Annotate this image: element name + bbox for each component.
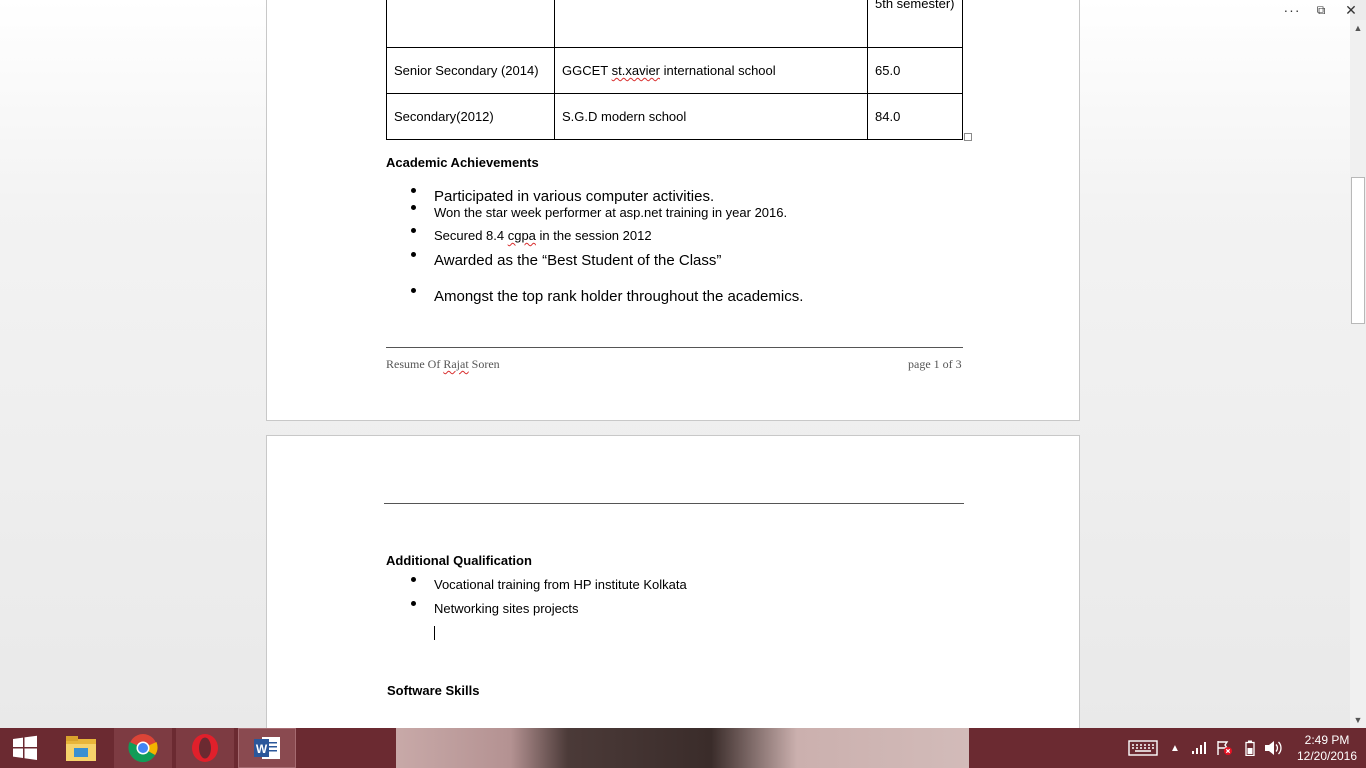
academic-heading: Academic Achievements [386, 155, 539, 170]
opera-button[interactable] [176, 728, 234, 768]
more-options-icon[interactable]: ··· [1282, 0, 1302, 20]
scrollbar-thumb[interactable] [1351, 177, 1365, 324]
additional-heading: Additional Qualification [386, 553, 532, 568]
cell-text: 5th semester) [875, 0, 955, 11]
vertical-scrollbar[interactable]: ▲ ▼ [1350, 20, 1366, 728]
table-cell[interactable]: 5th semester) [867, 0, 963, 48]
spellcheck-word: st.xavier [611, 63, 661, 78]
table-cell[interactable]: S.G.D modern school [554, 93, 868, 140]
restore-icon[interactable]: ⧉ [1310, 0, 1332, 20]
list-item[interactable]: Amongst the top rank holder throughout t… [386, 288, 803, 305]
volume-icon[interactable] [1262, 728, 1284, 768]
list-item-text: Participated in various computer activit… [434, 188, 715, 205]
table-row: Senior Secondary (2014) GGCET st.xavier … [386, 47, 963, 94]
table-cell[interactable]: Senior Secondary (2014) [386, 47, 555, 94]
list-item[interactable]: Vocational training from HP institute Ko… [386, 577, 687, 592]
school-name: GGCET st.xavier international school [562, 63, 776, 78]
table-cell[interactable]: GGCET st.xavier international school [554, 47, 868, 94]
list-item[interactable]: Won the star week performer at asp.net t… [386, 205, 787, 220]
word-icon: W [254, 737, 280, 759]
folder-icon [66, 736, 96, 761]
document-canvas[interactable]: 5th semester) Senior Secondary (2014) GG… [0, 0, 1350, 728]
signal-icon[interactable] [1189, 728, 1209, 768]
table-cell[interactable]: 84.0 [867, 93, 963, 140]
table-cell[interactable] [386, 0, 555, 48]
taskbar-preview-area [396, 728, 969, 768]
footer-left: Resume Of Rajat Soren [386, 357, 500, 371]
list-item-text: Secured 8.4 cgpa in the session 2012 [434, 228, 652, 243]
chevron-up-icon[interactable]: ▲ [1167, 728, 1183, 768]
taskbar: W ▲ 2:49 PM 12/20/2016 [0, 728, 1366, 768]
education-table[interactable]: 5th semester) Senior Secondary (2014) GG… [386, 0, 963, 140]
list-item-text: Won the star week performer at asp.net t… [434, 205, 788, 220]
software-heading: Software Skills [387, 683, 480, 698]
system-clock[interactable]: 2:49 PM 12/20/2016 [1288, 732, 1366, 764]
table-row: 5th semester) [386, 0, 963, 48]
scroll-down-icon[interactable]: ▼ [1350, 712, 1366, 728]
close-icon[interactable]: ✕ [1340, 0, 1362, 20]
table-cell[interactable]: Secondary(2012) [386, 93, 555, 140]
document-page-2[interactable]: Additional Qualification Vocational trai… [266, 435, 1080, 728]
list-item-text: Vocational training from HP institute Ko… [434, 577, 687, 592]
table-row: Secondary(2012) S.G.D modern school 84.0 [386, 93, 963, 140]
action-center-flag-icon[interactable] [1213, 728, 1235, 768]
clock-time: 2:49 PM [1304, 733, 1350, 747]
chrome-icon [128, 734, 158, 763]
keyboard-icon[interactable] [1125, 728, 1161, 768]
file-explorer-button[interactable] [52, 728, 110, 768]
table-cell[interactable]: 65.0 [867, 47, 963, 94]
clock-date: 12/20/2016 [1296, 749, 1358, 763]
battery-icon[interactable] [1240, 728, 1260, 768]
table-resize-handle[interactable] [964, 133, 972, 141]
word-button[interactable]: W [238, 728, 296, 768]
table-cell[interactable] [554, 0, 868, 48]
windows-logo-icon [13, 735, 37, 760]
chrome-button[interactable] [114, 728, 172, 768]
footer-rule [386, 347, 963, 348]
spellcheck-word: cgpa [507, 228, 536, 243]
svg-text:W: W [256, 742, 268, 756]
list-item-text: Awarded as the “Best Student of the Clas… [434, 252, 722, 269]
list-item-text: Networking sites projects [434, 601, 579, 616]
text-cursor [434, 626, 435, 640]
scroll-up-icon[interactable]: ▲ [1350, 20, 1366, 36]
header-rule [384, 503, 964, 504]
list-item[interactable]: Participated in various computer activit… [386, 188, 714, 205]
list-item[interactable]: Networking sites projects [386, 601, 579, 616]
list-item-text: Amongst the top rank holder throughout t… [434, 288, 804, 305]
list-item[interactable]: Secured 8.4 cgpa in the session 2012 [386, 228, 652, 243]
footer-page-number: page 1 of 3 [908, 357, 962, 371]
start-button[interactable] [0, 728, 50, 768]
document-page-1[interactable]: 5th semester) Senior Secondary (2014) GG… [266, 0, 1080, 421]
list-item[interactable]: Awarded as the “Best Student of the Clas… [386, 252, 721, 269]
opera-icon [192, 734, 218, 762]
window-controls: ··· ⧉ ✕ [1270, 0, 1366, 20]
